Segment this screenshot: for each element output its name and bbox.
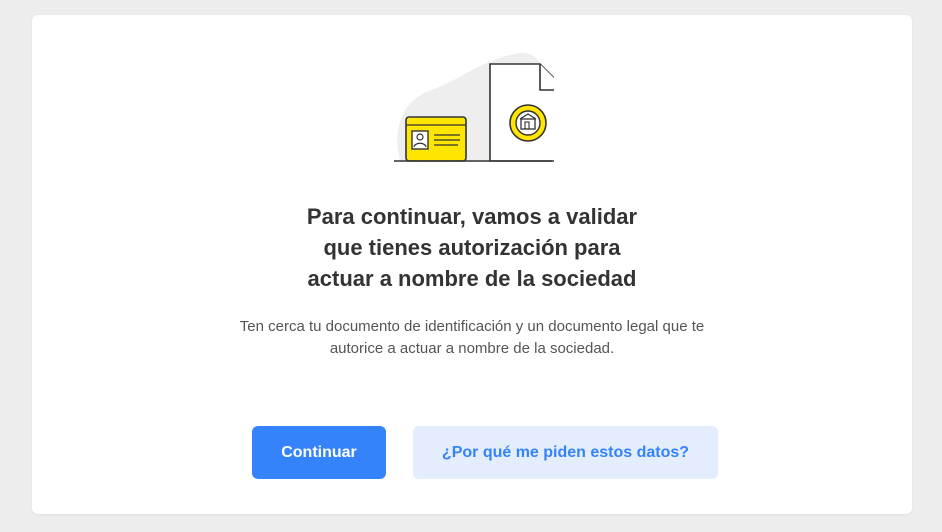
page-title: Para continuar, vamos a validar que tien… xyxy=(32,201,912,294)
why-data-button[interactable]: ¿Por qué me piden estos datos? xyxy=(413,426,718,479)
description-line: autorice a actuar a nombre de la socieda… xyxy=(329,340,615,357)
id-card-document-icon xyxy=(394,52,554,162)
description-line: Ten cerca tu documento de identificación… xyxy=(239,318,705,335)
page-description: Ten cerca tu documento de identificación… xyxy=(32,316,912,360)
continue-button[interactable]: Continuar xyxy=(252,426,386,479)
validation-card: Para continuar, vamos a validar que tien… xyxy=(32,15,912,514)
title-line: Para continuar, vamos a validar xyxy=(306,204,638,229)
title-line: que tienes autorización para xyxy=(323,235,621,260)
title-line: actuar a nombre de la sociedad xyxy=(307,266,637,291)
